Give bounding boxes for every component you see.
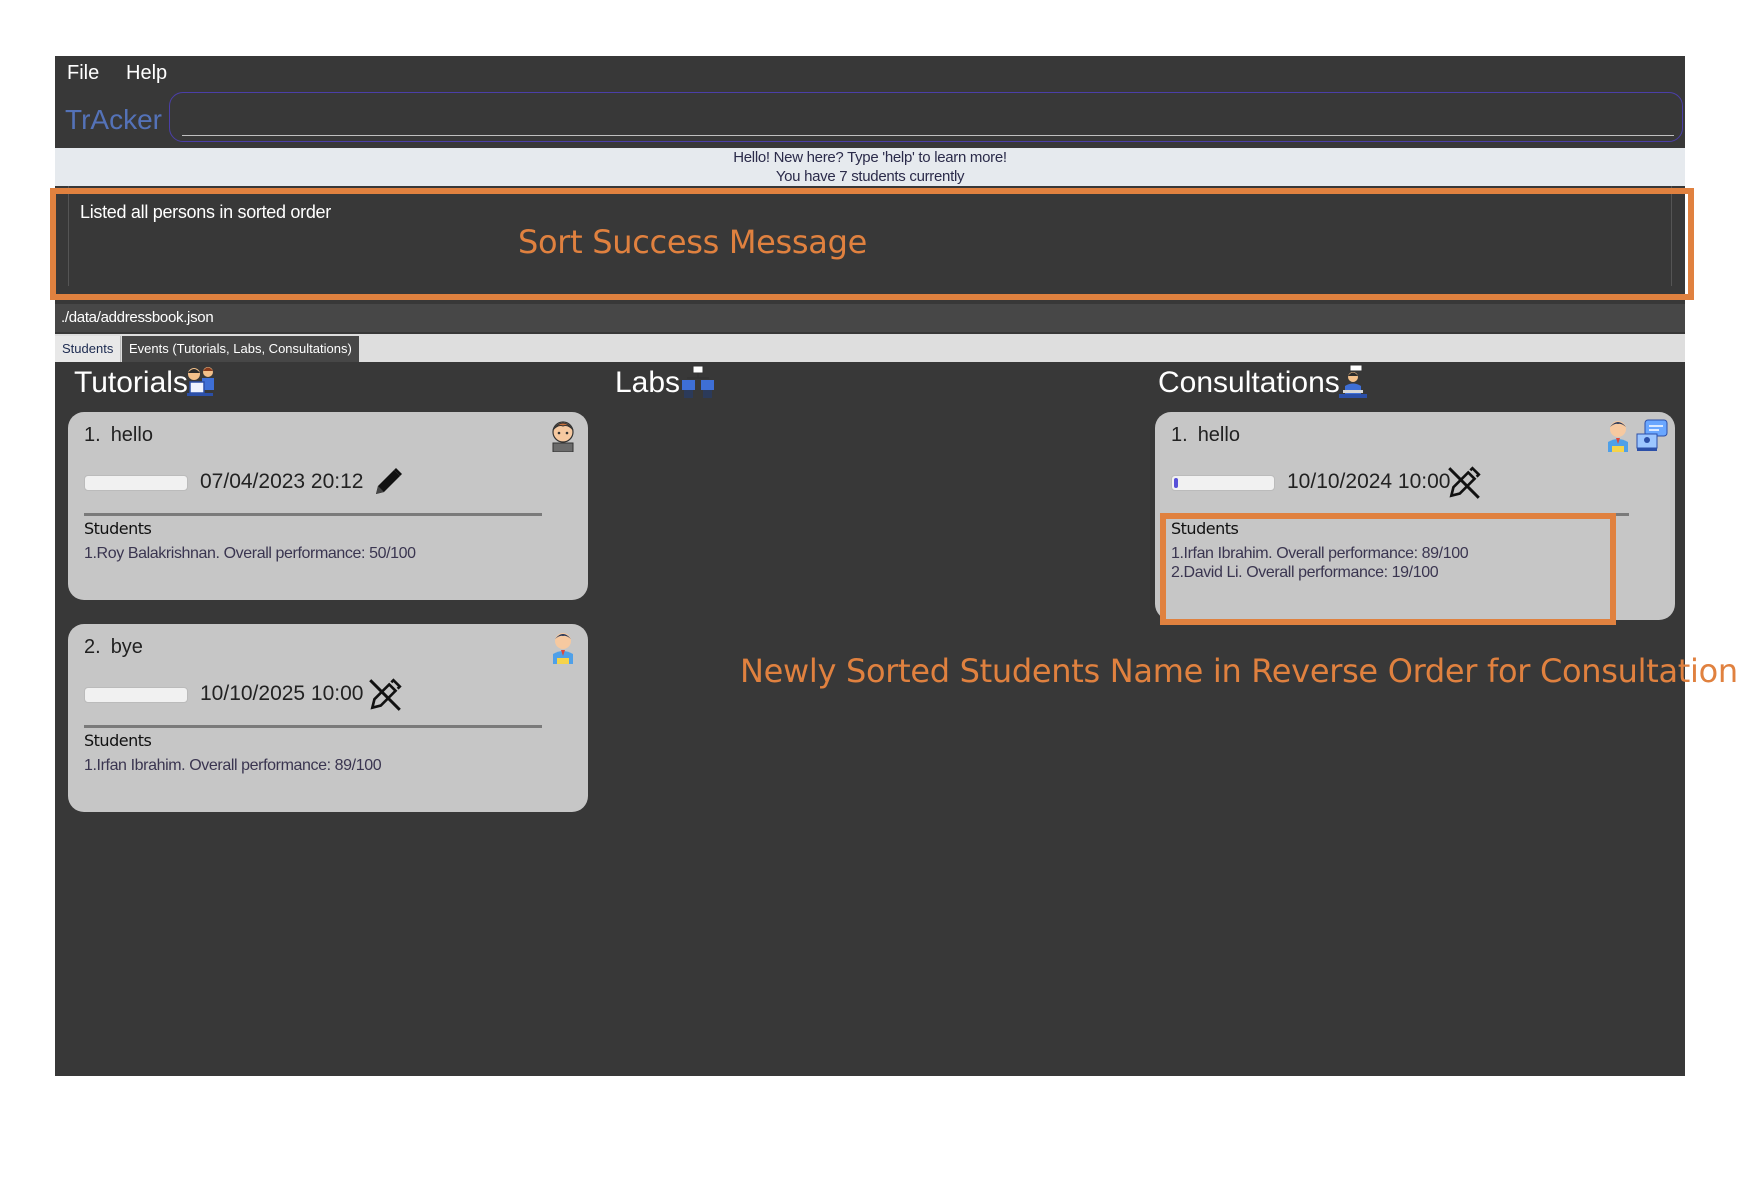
command-input[interactable] [182,97,1674,136]
student-avatar-icon [1608,421,1628,452]
tutorials-title: Tutorials [74,366,188,399]
tab-students[interactable]: Students [55,336,122,362]
data-file-path: ./data/addressbook.json [61,309,214,326]
card-title: 1. hello [1171,424,1240,446]
students-label: Students [84,731,152,750]
student-avatar-icon [553,633,573,664]
sorted-students-annotation: Newly Sorted Students Name in Reverse Or… [740,652,1738,690]
lab-icon [682,365,714,398]
tutorial-icon [187,367,214,396]
student-count-line: You have 7 students currently [775,168,965,185]
card-divider [84,725,542,728]
menu-bar: File Help [55,56,1685,90]
consultation-icon [1339,364,1367,398]
student-entry: 1.Roy Balakrishnan. Overall performance:… [84,545,416,562]
card-title: 2. bye [84,636,143,658]
boy-avatar-icon [552,421,574,452]
progress-bar [84,687,188,703]
greeting-panel: Hello! New here? Type 'help' to learn mo… [55,148,1685,186]
greeting-line: Hello! New here? Type 'help' to learn mo… [733,149,1007,166]
consultations-title: Consultations [1158,366,1340,399]
pencil-off-icon[interactable] [366,676,404,714]
event-datetime: 10/10/2024 10:00 [1287,470,1451,493]
progress-bar [84,475,188,491]
sort-message-highlight [50,188,1694,300]
tab-bar: Students Events (Tutorials, Labs, Consul… [55,334,1685,362]
sorted-students-highlight [1160,513,1616,625]
pencil-off-icon[interactable] [1445,464,1483,502]
app-title: TrAcker [65,104,162,135]
command-box [169,92,1683,142]
students-label: Students [84,519,152,538]
tab-events[interactable]: Events (Tutorials, Labs, Consultations) [122,336,359,362]
sort-message-annotation: Sort Success Message [518,223,868,261]
event-datetime: 07/04/2023 20:12 [200,470,364,493]
pencil-icon[interactable] [370,464,406,500]
menu-help[interactable]: Help [126,62,167,85]
tutorial-card-2[interactable]: 2. bye 10/10/2025 10:00 Students 1.Irfan … [68,624,588,812]
labs-title: Labs [615,366,681,399]
progress-bar [1171,475,1275,491]
chat-screen-icon [1636,419,1668,451]
event-datetime: 10/10/2025 10:00 [200,682,364,705]
tutorial-card-1[interactable]: 1. hello 07/04/2023 20:12 Students 1.Roy … [68,412,588,600]
menu-file[interactable]: File [67,62,99,85]
status-bar: ./data/addressbook.json [55,304,1685,332]
card-divider [84,513,542,516]
student-entry: 1.Irfan Ibrahim. Overall performance: 89… [84,757,382,774]
card-title: 1. hello [84,424,153,446]
